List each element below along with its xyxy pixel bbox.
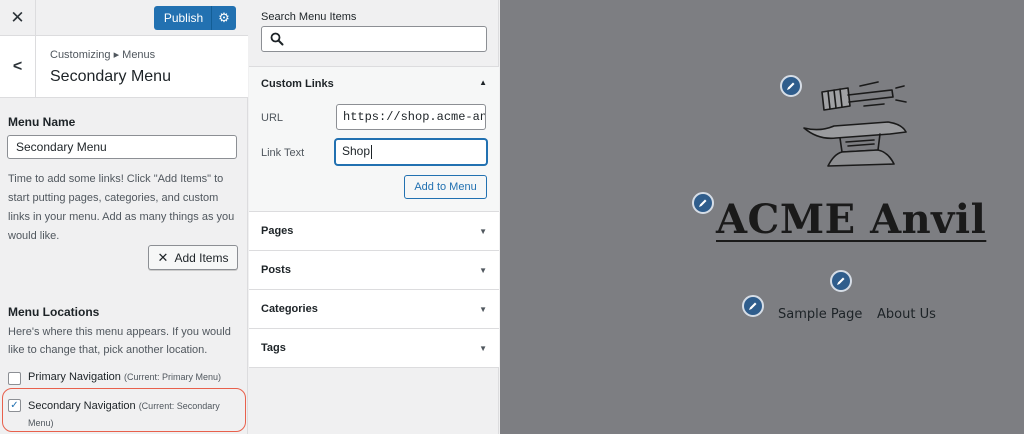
link-text-input[interactable]: Shop [335, 139, 487, 165]
publish-button[interactable]: Publish ⚙ [154, 6, 236, 30]
pencil-icon [699, 199, 707, 207]
available-menu-items-panel: Search Menu Items Custom Links ▲ URL htt… [249, 0, 499, 434]
customizer-topbar: ✕ Publish ⚙ [0, 0, 248, 36]
accordion-categories[interactable]: Categories ▼ [249, 290, 499, 329]
close-icon: ✕ [157, 249, 169, 265]
location-primary-navigation[interactable]: Primary Navigation (Current: Primary Men… [8, 371, 221, 385]
nav-link-sample-page[interactable]: Sample Page [778, 307, 862, 322]
pencil-icon [837, 277, 845, 285]
location-name: Primary Navigation [28, 371, 121, 383]
triangle-up-icon[interactable]: ▲ [479, 78, 487, 87]
custom-links-section: Custom Links ▲ URL https://shop.acme-anv… [249, 66, 499, 212]
gear-icon[interactable]: ⚙ [212, 10, 236, 26]
checkmark-icon: ✓ [10, 400, 19, 411]
panel-title: Secondary Menu [50, 68, 171, 85]
breadcrumb: Customizing ▸ Menus [50, 49, 156, 61]
url-value: https://shop.acme-anvil [343, 110, 486, 124]
search-label: Search Menu Items [261, 11, 357, 23]
accordion-label: Posts [261, 264, 291, 276]
accordion-label: Categories [261, 303, 318, 315]
location-name: Secondary Navigation [28, 400, 136, 412]
close-button[interactable]: ✕ [0, 0, 36, 36]
add-items-label: Add Items [174, 250, 229, 265]
site-preview: ACME Anvil Sample Page About Us [500, 0, 1024, 434]
publish-label: Publish [154, 6, 212, 30]
text-cursor [371, 144, 373, 159]
add-to-menu-button[interactable]: Add to Menu [404, 175, 487, 199]
customizer-panel: ✕ Publish ⚙ < Customizing ▸ Menus Second… [0, 0, 248, 434]
panel-header: < Customizing ▸ Menus Secondary Menu [0, 36, 248, 98]
edit-shortcut-primary-menu[interactable] [830, 270, 852, 292]
search-icon [270, 32, 284, 46]
edit-shortcut-site-title[interactable] [692, 192, 714, 214]
accordion-label: Pages [261, 225, 294, 237]
primary-navigation-checkbox[interactable] [8, 372, 21, 385]
site-title[interactable]: ACME Anvil [716, 196, 986, 243]
triangle-down-icon: ▼ [479, 305, 487, 314]
triangle-down-icon: ▼ [479, 344, 487, 353]
menu-name-label: Menu Name [8, 115, 76, 129]
secondary-navigation-checkbox[interactable]: ✓ [8, 399, 21, 412]
accordion-label: Tags [261, 342, 286, 354]
accordion-posts[interactable]: Posts ▼ [249, 251, 499, 290]
triangle-down-icon: ▼ [479, 266, 487, 275]
back-button[interactable]: < [0, 36, 36, 98]
link-text-value: Shop [342, 144, 371, 158]
nav-link-about-us[interactable]: About Us [877, 307, 936, 322]
menu-locations-label: Menu Locations [8, 305, 100, 319]
location-current: (Current: Primary Menu) [123, 372, 222, 382]
custom-links-title[interactable]: Custom Links [261, 78, 334, 90]
close-icon: ✕ [10, 8, 25, 27]
anvil-logo [803, 81, 907, 167]
search-box[interactable] [261, 26, 487, 52]
search-input[interactable] [288, 29, 478, 49]
edit-shortcut-secondary-menu[interactable] [742, 295, 764, 317]
pencil-icon [749, 302, 757, 310]
triangle-down-icon: ▼ [479, 227, 487, 236]
url-label: URL [261, 112, 284, 124]
edit-shortcut-logo[interactable] [780, 75, 802, 97]
menu-name-input[interactable] [7, 135, 237, 159]
menu-locations-description: Here's where this menu appears. If you w… [8, 326, 231, 356]
help-text: Time to add some links! Click "Add Items… [8, 173, 235, 242]
location-secondary-navigation[interactable]: ✓ Secondary Navigation (Current: Seconda… [8, 398, 240, 432]
accordion-tags[interactable]: Tags ▼ [249, 329, 499, 368]
chevron-left-icon: < [12, 58, 23, 75]
pencil-icon [787, 82, 795, 90]
add-items-button[interactable]: ✕ Add Items [148, 245, 238, 270]
url-input[interactable]: https://shop.acme-anvil [336, 104, 486, 130]
link-text-label: Link Text [261, 147, 305, 159]
accordion-pages[interactable]: Pages ▼ [249, 212, 499, 251]
